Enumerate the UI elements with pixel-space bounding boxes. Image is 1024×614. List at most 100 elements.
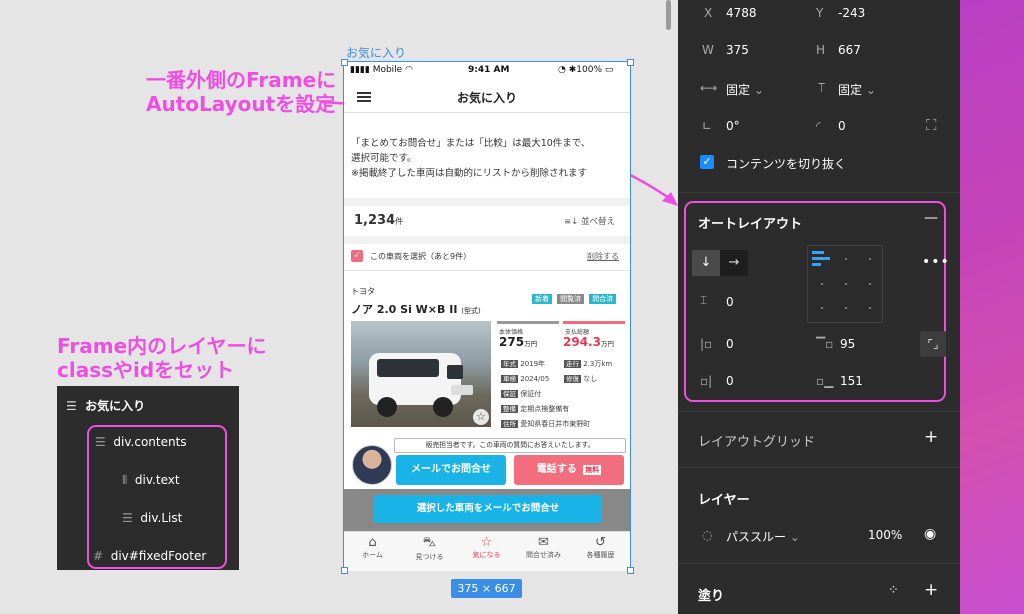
car-photo[interactable]: ☆ (351, 321, 491, 427)
layer-contents[interactable]: ☰ div.contents (95, 435, 187, 449)
tab-inquired[interactable]: ✉ 問合せ済み (515, 535, 572, 560)
independent-corners-icon[interactable]: ⛶ (926, 116, 937, 134)
layer-fixed-footer[interactable]: # div#fixedFooter (93, 549, 206, 563)
rotation-input[interactable]: 0° (726, 119, 740, 133)
car-model[interactable]: ノア 2.0 Si W×B II (型式) (351, 301, 481, 317)
favorite-star-icon[interactable]: ☆ (473, 409, 489, 425)
tab-history[interactable]: ↺ 各種履歴 (572, 535, 629, 560)
y-label: Y (816, 6, 824, 20)
spec-address: 住所 愛知県春日井市東野町 (501, 420, 591, 428)
annotation-layers: Frame内のレイヤーに classやidをセット (57, 334, 267, 382)
base-price: 275万円 (499, 335, 538, 349)
styles-icon[interactable]: ⁘ (888, 583, 899, 598)
tab-home[interactable]: ⌂ ホーム (344, 535, 401, 560)
vertical-constraint-select[interactable]: 固定 ⌄ (838, 81, 876, 98)
canvas-scrollbar[interactable] (666, 0, 671, 30)
section-gap (344, 198, 630, 206)
alignment-grid[interactable] (807, 245, 883, 323)
x-input[interactable]: 4788 (726, 6, 757, 20)
battery-icon: ▭ (604, 65, 614, 75)
padding-bottom-icon: ▫▁ (816, 374, 834, 388)
autolayout-title: オートレイアウト (698, 217, 803, 232)
status-battery: ◔ ✱100% ▭ (558, 65, 614, 75)
header-divider (344, 112, 630, 113)
padding-bottom-input[interactable]: 151 (840, 374, 863, 388)
sort-icon: ≡↓ (564, 217, 579, 227)
notice-text: 「まとめてお問合せ」または「比較」は最大10件まで、 選択可能です。 ※掲載終了… (351, 138, 591, 179)
staff-bubble: 販売担当者です。この車両の質問にお答えいたします。 (394, 438, 626, 453)
direction-toggle: ↓ → (692, 250, 748, 276)
mail-inquiry-button[interactable]: メールでお問合せ (396, 455, 506, 485)
corner-radius-input[interactable]: 0 (838, 119, 846, 133)
car-tags: 新着 閲覧済 問合済 (532, 286, 617, 305)
height-input[interactable]: 667 (838, 43, 861, 57)
eye-icon[interactable]: ◉ (924, 526, 936, 542)
add-fill-icon[interactable]: + (924, 580, 938, 600)
vertical-direction-icon[interactable]: ↓ (692, 250, 720, 276)
bulk-mail-inquiry-button[interactable]: 選択した車両をメールでお問合せ (374, 495, 602, 523)
corner-radius-icon: ◜ (816, 119, 821, 133)
add-layout-grid-icon[interactable]: + (924, 427, 938, 447)
tab-search[interactable]: ⛍ 見つける (401, 535, 458, 562)
frame-icon: # (93, 549, 104, 563)
clip-content-checkbox[interactable]: ✓ (700, 155, 714, 169)
remove-autolayout-icon[interactable]: — (924, 210, 938, 226)
tag-inquired: 問合済 (589, 294, 617, 304)
resize-handle[interactable] (341, 567, 348, 574)
padding-right-icon: ▫| (700, 374, 713, 388)
tab-favorites[interactable]: ☆ 気になる (458, 535, 515, 560)
autolayout-frame-icon: ☰ (66, 399, 77, 413)
width-input[interactable]: 375 (726, 43, 749, 57)
status-time: 9:41 AM (468, 65, 510, 75)
row-divider (344, 270, 630, 271)
padding-right-input[interactable]: 0 (726, 374, 734, 388)
layers-preview: ☰ お気に入り ☰ div.contents ⦀ div.text ☰ div.… (57, 386, 239, 570)
y-input[interactable]: -243 (838, 6, 865, 20)
opacity-input[interactable]: 100% (868, 528, 902, 542)
individual-padding-icon[interactable]: ⌜⌟ (920, 331, 946, 357)
resize-handle[interactable] (627, 59, 634, 66)
h-label: H (816, 43, 826, 57)
call-button[interactable]: 電話する 無料 (514, 455, 624, 485)
resize-handle[interactable] (627, 567, 634, 574)
select-checkbox[interactable]: ✓ (351, 250, 363, 262)
autolayout-frame-icon: ☰ (122, 511, 133, 525)
section-gap (344, 236, 630, 244)
delete-link[interactable]: 削除する (587, 251, 619, 262)
favorites-frame[interactable]: ▮▮▮▮ Mobile ◠ 9:41 AM ◔ ✱100% ▭ お気に入り 「ま… (343, 61, 631, 571)
divider (678, 563, 960, 564)
car-maker: トヨタ (351, 287, 375, 296)
padding-top-input[interactable]: 95 (840, 337, 855, 351)
layer-list[interactable]: ☰ div.List (122, 511, 182, 525)
layer-root[interactable]: ☰ お気に入り (66, 397, 145, 414)
more-options-icon[interactable]: ••• (922, 254, 950, 270)
layer-text[interactable]: ⦀ div.text (122, 473, 180, 488)
header-title: お気に入り (456, 91, 517, 105)
w-label: W (702, 43, 714, 57)
horizontal-direction-icon[interactable]: → (720, 250, 748, 276)
spec-repair: 修復 なし (564, 375, 598, 383)
horizontal-constraint-select[interactable]: 固定 ⌄ (726, 81, 764, 98)
sort-button[interactable]: ≡↓ 並べ替え (564, 215, 615, 227)
staff-avatar (352, 445, 392, 485)
spacing-input[interactable]: 0 (726, 295, 734, 309)
spec-year: 年式 2019年 (501, 360, 546, 368)
frame-label[interactable]: お気に入り (346, 44, 406, 61)
rotation-icon: ∟ (702, 119, 713, 133)
spec-maintenance: 整備 定期点検整備有 (501, 405, 570, 413)
signal-icon: ▮▮▮▮ (350, 65, 370, 75)
horizontal-constraint-icon: ⟷ (700, 81, 718, 95)
divider (678, 192, 960, 193)
blend-mode-select[interactable]: パススルー ⌄ (726, 528, 800, 545)
padding-top-icon: ▔▫ (816, 337, 834, 351)
size-badge: 375 × 667 (451, 579, 522, 598)
resize-handle[interactable] (341, 59, 348, 66)
chevron-down-icon: ⌄ (789, 530, 800, 544)
properties-panel: X 4788 Y -243 W 375 H 667 ⟷ 固定 ⌄ ⟙ 固定 ⌄ … (678, 0, 960, 614)
padding-left-input[interactable]: 0 (726, 337, 734, 351)
chevron-down-icon: ⌄ (753, 83, 764, 97)
status-carrier: ▮▮▮▮ Mobile ◠ (350, 65, 413, 75)
wifi-icon: ◠ (405, 65, 413, 75)
select-label: この車両を選択（あと9件） (370, 252, 472, 261)
tag-new: 新着 (532, 294, 552, 304)
